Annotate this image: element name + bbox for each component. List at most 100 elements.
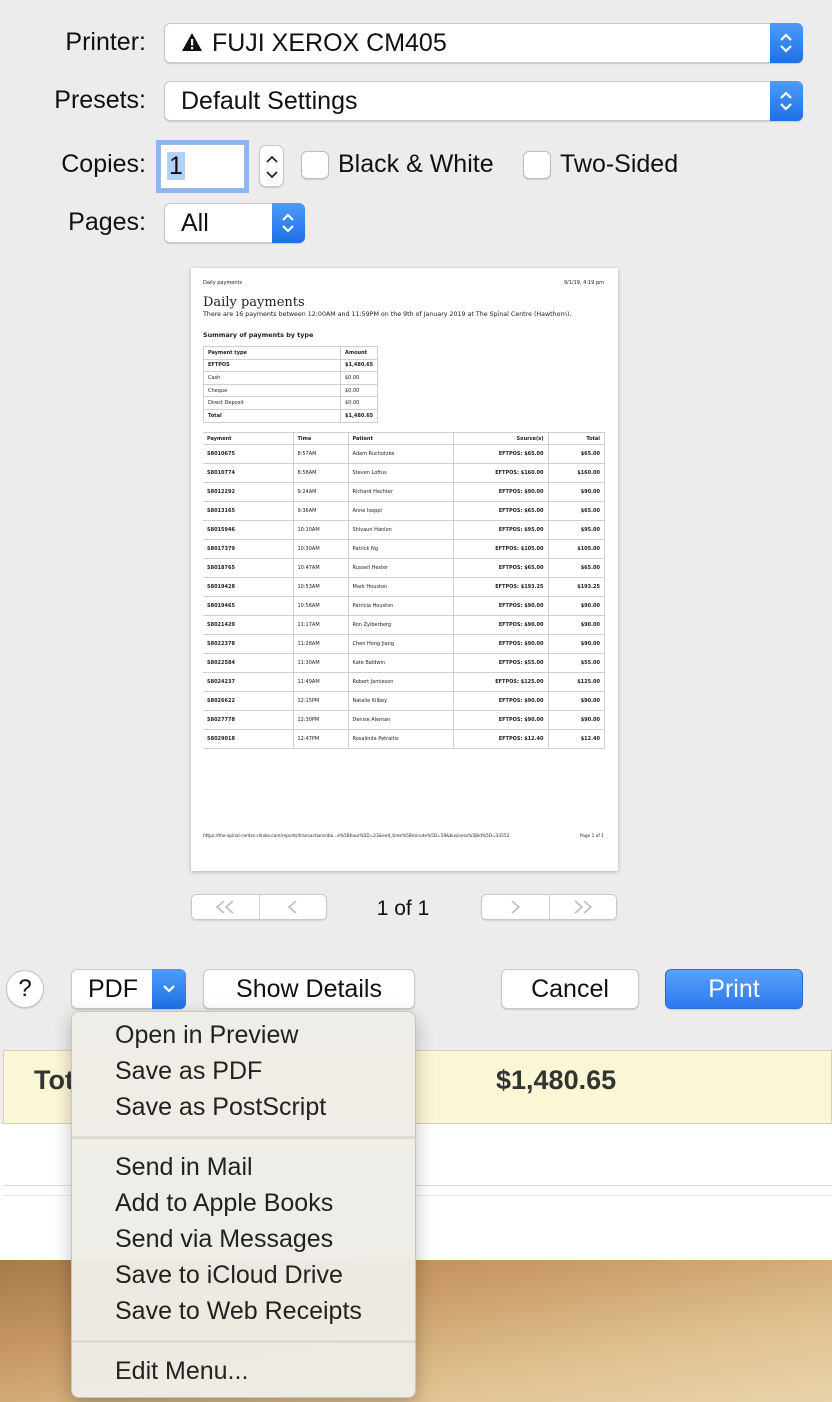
payment-cell: S8024237 <box>203 672 294 692</box>
payment-cell: S8012292 <box>203 482 294 502</box>
chevron-updown-icon <box>770 81 803 121</box>
summary-header: Amount <box>339 346 379 360</box>
black-white-checkbox[interactable] <box>301 151 329 179</box>
warning-icon <box>181 25 205 63</box>
copies-input[interactable]: 1 <box>160 144 245 189</box>
printer-select[interactable]: FUJI XEROX CM405 <box>164 23 803 63</box>
help-button[interactable]: ? <box>6 970 44 1008</box>
payment-cell: $55.00 <box>548 653 605 673</box>
previous-page-button[interactable] <box>258 895 327 919</box>
page-preview: Daily payments 9/1/19, 4:19 pm Daily pay… <box>191 268 618 871</box>
payment-cell: EFTPOS: $90.00 <box>453 615 549 635</box>
payment-cell: Ron Zylberberg <box>348 615 454 635</box>
copies-label: Copies: <box>61 150 146 178</box>
payment-row: S8022378 11:28AM Chen Hong Jiang EFTPOS: $9… <box>203 634 605 654</box>
summary-cell: $0.00 <box>339 396 379 410</box>
payment-cell: S8026622 <box>203 691 294 711</box>
summary-cell: Direct Deposit <box>203 396 341 410</box>
pages-select[interactable]: All <box>164 203 305 243</box>
payment-cell: S8015946 <box>203 520 294 540</box>
payment-cell: Kate Baldwin <box>348 653 454 673</box>
payment-cell: 10:47AM <box>293 558 349 578</box>
pager-forward-group <box>481 894 617 920</box>
menu-item-save-as-postscript[interactable]: Save as PostScript <box>115 1093 326 1122</box>
presets-select[interactable]: Default Settings <box>164 81 803 121</box>
payment-cell: EFTPOS: $65.00 <box>453 444 549 464</box>
black-white-label: Black & White <box>338 150 494 178</box>
background-total-label: Tot <box>34 1065 74 1095</box>
menu-item-save-to-icloud-drive[interactable]: Save to iCloud Drive <box>115 1261 343 1290</box>
summary-row: Cheque $0.00 <box>203 383 379 398</box>
printer-value: FUJI XEROX CM405 <box>211 29 447 57</box>
payment-row: S8010774 8:58AM Steven Loftus EFTPOS: $160.… <box>203 463 605 483</box>
payment-row: S8015946 10:10AM Shivaun Hanlon EFTPOS: $95… <box>203 520 605 540</box>
payment-cell: EFTPOS: $55.00 <box>453 653 549 673</box>
preview-subtitle: There are 16 payments between 12:00AM an… <box>203 311 572 318</box>
printer-label: Printer: <box>65 28 146 56</box>
menu-item-save-as-pdf[interactable]: Save as PDF <box>115 1057 262 1086</box>
summary-row: Total $1,480.65 <box>203 408 379 423</box>
menu-item-edit-menu[interactable]: Edit Menu... <box>115 1357 248 1386</box>
chevron-updown-icon <box>272 203 305 243</box>
payment-cell: Steven Loftus <box>348 463 454 483</box>
payment-cell: Patrick Ng <box>348 539 454 559</box>
pdf-menu-button[interactable]: PDF <box>71 969 186 1009</box>
payment-cell: 10:53AM <box>293 577 349 597</box>
preview-footer-url: https://the-spinal-centre.cliniko.com/re… <box>203 834 510 839</box>
payment-cell: S8010774 <box>203 463 294 483</box>
payment-cell: 12:30PM <box>293 710 349 730</box>
payment-cell: $90.00 <box>548 710 605 730</box>
payment-cell: EFTPOS: $95.00 <box>453 520 549 540</box>
payment-cell: Robert Jamieson <box>348 672 454 692</box>
pager-back-group <box>191 894 327 920</box>
double-chevron-right-icon <box>574 900 592 914</box>
print-button[interactable]: Print <box>665 969 803 1009</box>
summary-header: Payment type <box>203 346 341 360</box>
cancel-button[interactable]: Cancel <box>501 969 639 1009</box>
payment-cell: 10:10AM <box>293 520 349 540</box>
payment-cell: $12.40 <box>548 729 605 749</box>
payment-cell: S8029018 <box>203 729 294 749</box>
payments-header: Payment <box>203 432 294 445</box>
payment-row: S8029018 12:47PM Rosalinda Petraitis EFTPOS… <box>203 729 605 749</box>
payments-header: Patient <box>348 432 454 445</box>
payment-cell: $90.00 <box>548 691 605 711</box>
payment-cell: S8010675 <box>203 444 294 464</box>
copies-stepper[interactable] <box>259 145 284 187</box>
summary-cell: Cheque <box>203 383 341 398</box>
payment-cell: S8021429 <box>203 615 294 635</box>
payment-cell: Adam Ruchotzke <box>348 444 454 464</box>
menu-item-save-to-web-receipts[interactable]: Save to Web Receipts <box>115 1297 362 1326</box>
payment-cell: EFTPOS: $193.25 <box>453 577 549 597</box>
payment-cell: $90.00 <box>548 482 605 502</box>
payment-cell: S8022378 <box>203 634 294 654</box>
payment-row: S8017379 10:30AM Patrick Ng EFTPOS: $105.00… <box>203 539 605 559</box>
payment-cell: EFTPOS: $125.00 <box>453 672 549 692</box>
payment-row: S8019428 10:53AM Mark Houston EFTPOS: $193.… <box>203 577 605 597</box>
payment-cell: EFTPOS: $12.40 <box>453 729 549 749</box>
pdf-label: PDF <box>88 975 138 1003</box>
payment-cell: S8013165 <box>203 501 294 521</box>
summary-row: Direct Deposit $0.00 <box>203 396 379 410</box>
next-page-button[interactable] <box>482 895 549 919</box>
payment-cell: S8017379 <box>203 539 294 559</box>
payment-row: S8012292 9:24AM Richard Hechter EFTPOS: $90… <box>203 482 605 502</box>
payment-cell: 8:57AM <box>293 444 349 464</box>
menu-item-add-to-apple-books[interactable]: Add to Apple Books <box>115 1189 333 1218</box>
two-sided-label: Two-Sided <box>560 150 679 178</box>
payment-cell: 12:15PM <box>293 691 349 711</box>
payment-cell: S8019428 <box>203 577 294 597</box>
menu-item-send-in-mail[interactable]: Send in Mail <box>115 1153 253 1182</box>
payment-cell: EFTPOS: $90.00 <box>453 691 549 711</box>
first-page-button[interactable] <box>192 895 259 919</box>
menu-item-send-via-messages[interactable]: Send via Messages <box>115 1225 333 1254</box>
show-details-button[interactable]: Show Details <box>203 969 415 1009</box>
payment-cell: $105.00 <box>548 539 605 559</box>
last-page-button[interactable] <box>548 895 617 919</box>
summary-cell: $1,480.65 <box>339 408 379 423</box>
preview-footer-page: Page 1 of 1 <box>579 834 604 839</box>
summary-cell: Cash <box>203 371 341 385</box>
two-sided-checkbox[interactable] <box>523 151 551 179</box>
menu-item-open-in-preview[interactable]: Open in Preview <box>115 1021 298 1050</box>
payment-cell: Mark Houston <box>348 577 454 597</box>
